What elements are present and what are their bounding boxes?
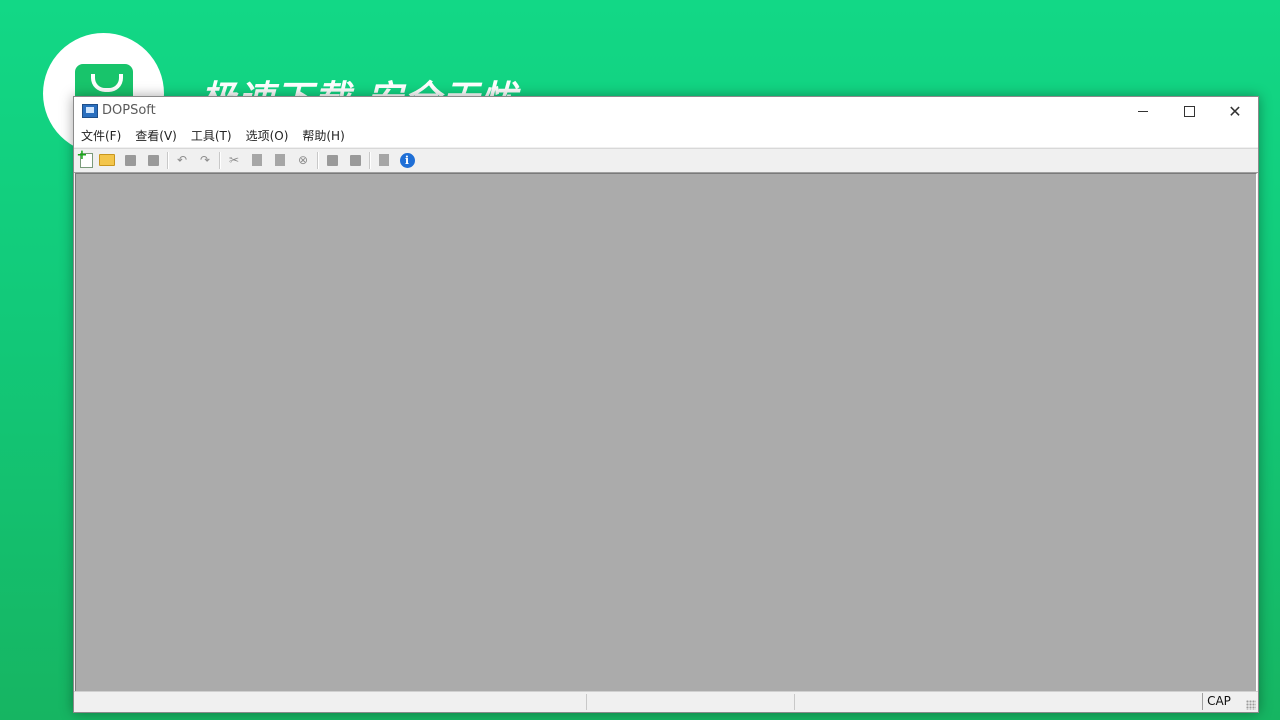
open-icon[interactable] [99, 152, 115, 168]
maximize-button[interactable] [1166, 97, 1212, 126]
minimize-button[interactable] [1120, 97, 1166, 126]
toolbar-separator [369, 152, 371, 169]
new-icon[interactable] [77, 148, 94, 168]
window-title: DOPSoft [102, 103, 156, 118]
cut-icon[interactable]: ✂ [226, 152, 242, 168]
paste-icon[interactable] [272, 152, 288, 168]
save-all-icon[interactable] [145, 152, 161, 168]
about-icon[interactable]: i [399, 152, 415, 168]
status-pane-divider [586, 694, 587, 710]
menu-help[interactable]: 帮助(H) [295, 126, 351, 147]
app-icon[interactable] [82, 104, 98, 118]
close-icon: ✕ [1228, 101, 1242, 121]
toolbar: ↶ ↷ ✂ ⊗ i [74, 148, 1258, 173]
workspace-area[interactable] [75, 173, 1257, 692]
menu-view[interactable]: 查看(V) [128, 126, 184, 147]
title-bar[interactable]: DOPSoft ✕ [74, 97, 1258, 126]
undo-icon[interactable]: ↶ [174, 152, 190, 168]
toolbar-separator [219, 152, 221, 169]
app-window: DOPSoft ✕ 文件(F) 查看(V) 工具(T) 选项(O) 帮助(H) … [73, 96, 1259, 713]
menu-bar: 文件(F) 查看(V) 工具(T) 选项(O) 帮助(H) [74, 126, 1258, 147]
status-bar: CAP [74, 691, 1258, 712]
menu-options[interactable]: 选项(O) [239, 126, 296, 147]
info-icon: i [399, 152, 415, 168]
save-icon[interactable] [122, 152, 138, 168]
menu-tools[interactable]: 工具(T) [184, 126, 239, 147]
resize-grip-icon[interactable] [1246, 700, 1256, 710]
toolbar-separator [317, 152, 319, 169]
copy-icon[interactable] [249, 152, 265, 168]
menu-file[interactable]: 文件(F) [74, 126, 128, 147]
upload-icon[interactable] [347, 152, 363, 168]
redo-icon[interactable]: ↷ [197, 152, 213, 168]
minimize-icon [1138, 111, 1148, 112]
toolbar-separator [167, 152, 169, 169]
close-button[interactable]: ✕ [1212, 97, 1258, 126]
caps-lock-indicator: CAP [1202, 693, 1235, 710]
download-icon[interactable] [324, 152, 340, 168]
print-icon[interactable] [376, 152, 392, 168]
maximize-icon [1183, 106, 1195, 117]
find-icon[interactable]: ⊗ [295, 152, 311, 168]
status-pane-divider [794, 694, 795, 710]
